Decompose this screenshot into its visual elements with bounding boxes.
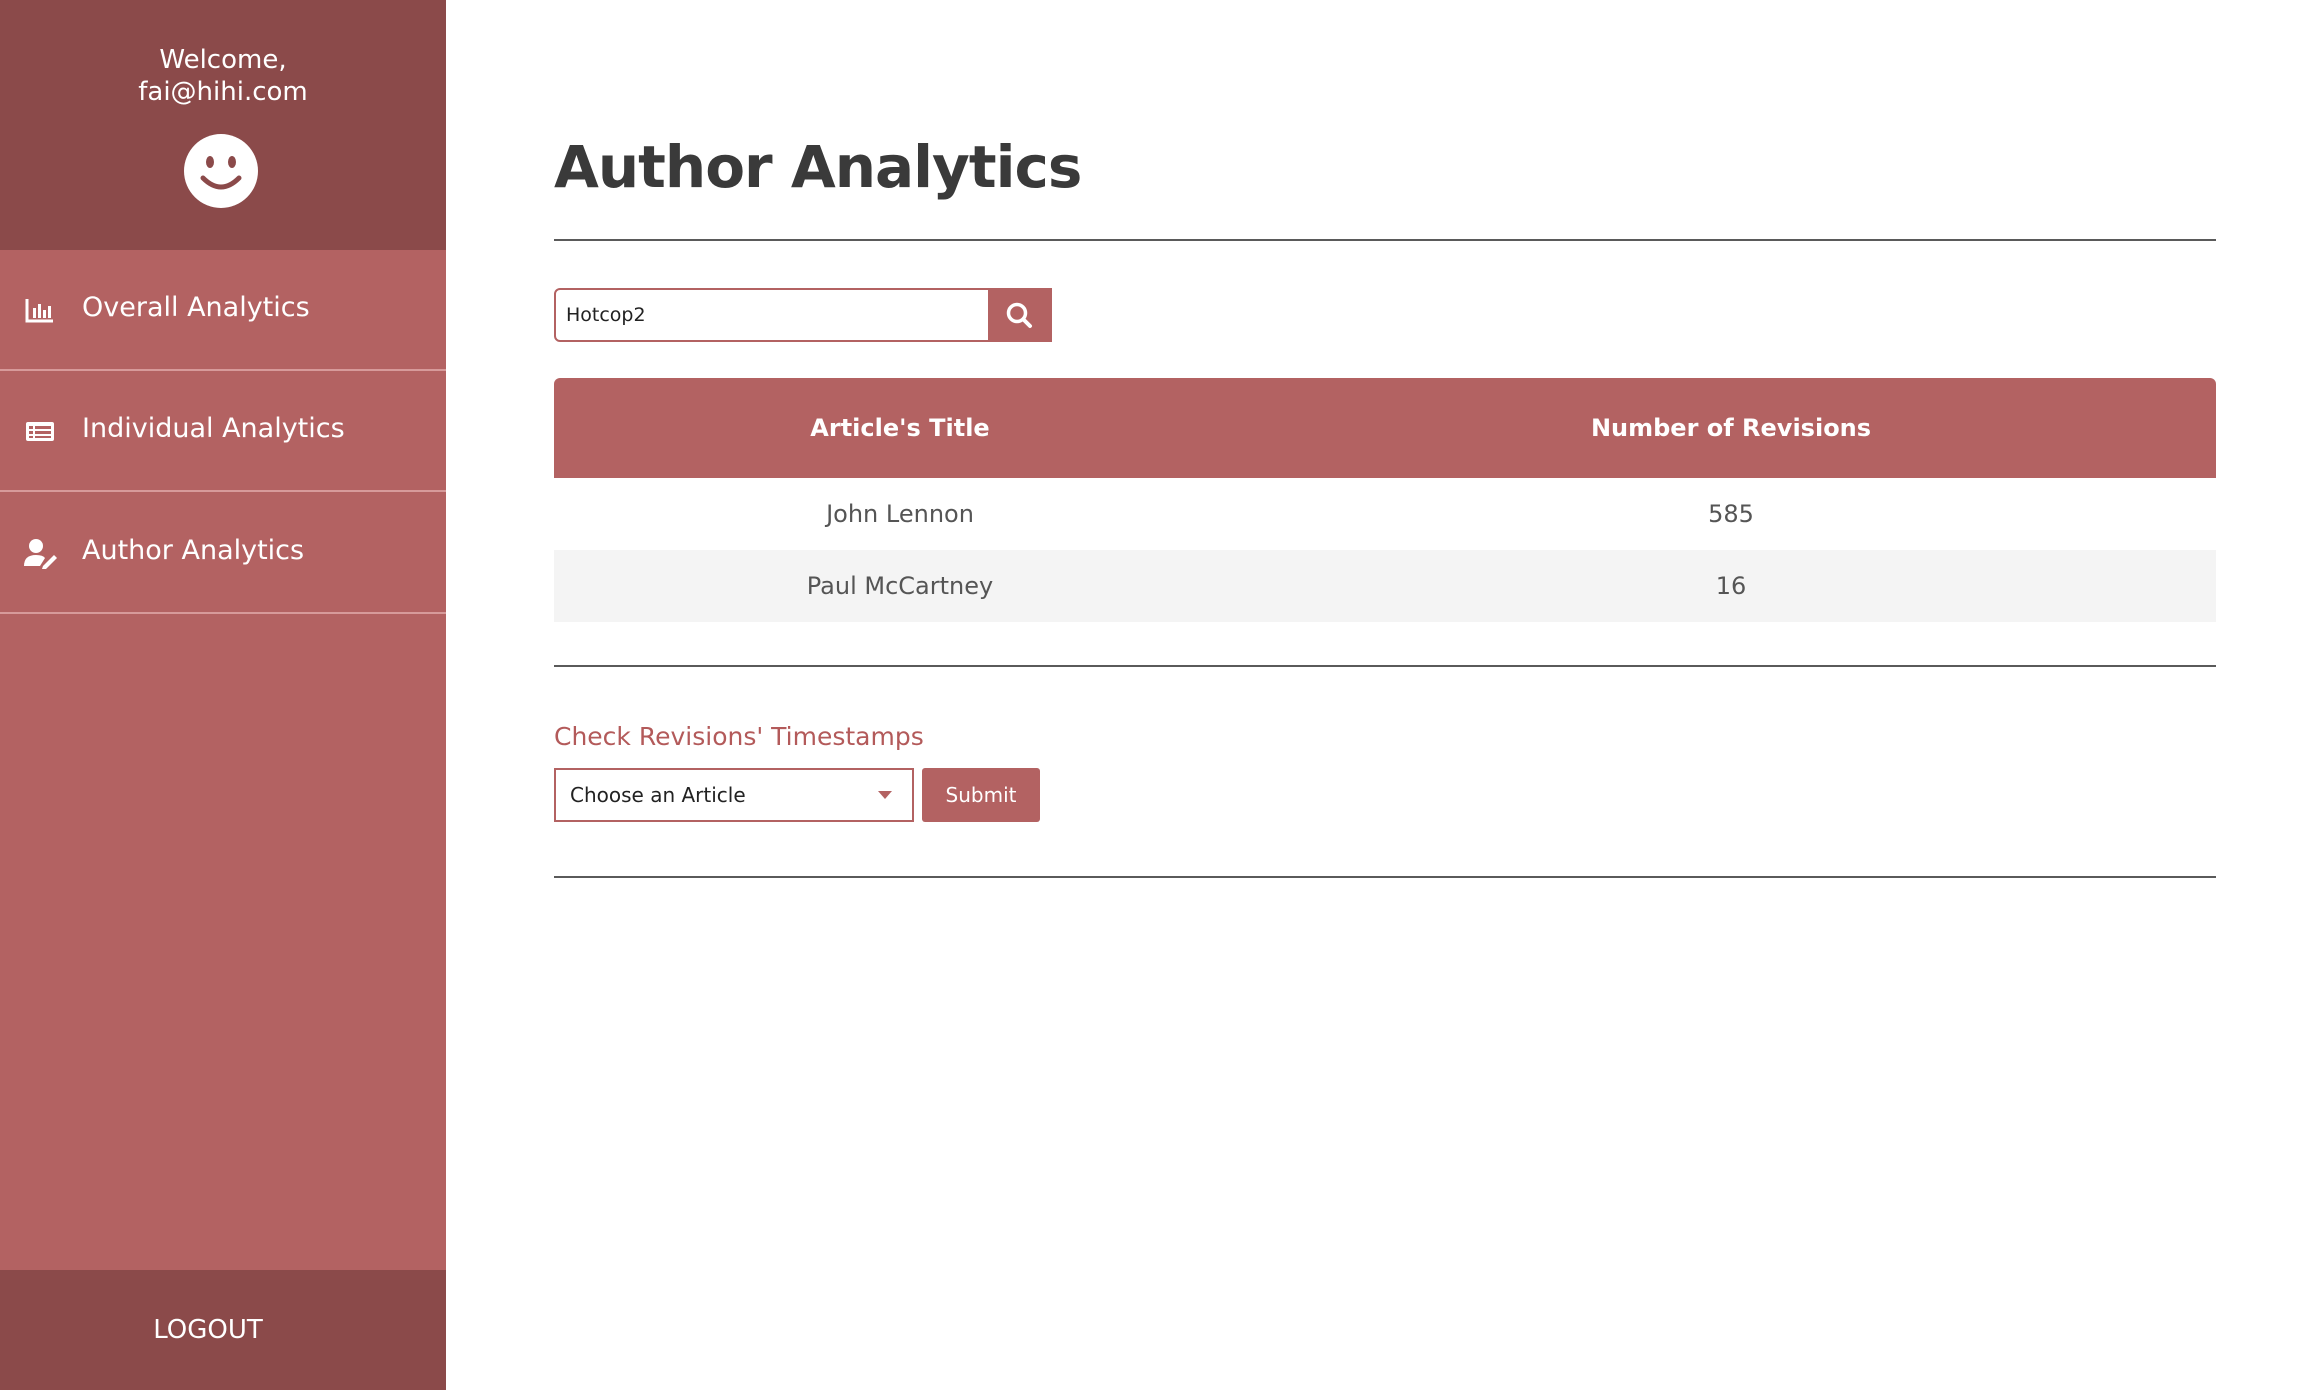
cell-article-title: John Lennon xyxy=(826,500,974,528)
sidebar-item-label: Author Analytics xyxy=(82,535,305,566)
sidebar-footer: LOGOUT xyxy=(0,1270,446,1390)
sidebar-item-label: Individual Analytics xyxy=(82,413,345,444)
welcome-message: Welcome, fai@hihi.com xyxy=(0,44,446,108)
table-row: Paul McCartney 16 xyxy=(554,550,2216,622)
sidebar: Welcome, fai@hihi.com Overall Analytics … xyxy=(0,0,446,1390)
divider xyxy=(554,665,2216,667)
search-input[interactable] xyxy=(554,288,1052,342)
articles-table: Article's Title Number of Revisions John… xyxy=(554,378,2216,622)
cell-revision-count: 585 xyxy=(1708,500,1754,528)
sidebar-item-author-analytics[interactable]: Author Analytics xyxy=(0,493,446,614)
list-card-icon xyxy=(24,415,56,447)
search-button[interactable] xyxy=(988,288,1052,342)
welcome-greeting: Welcome, xyxy=(159,45,287,75)
main-content: Author Analytics Article's Title Number … xyxy=(446,0,2316,1390)
sidebar-item-overall-analytics[interactable]: Overall Analytics xyxy=(0,250,446,371)
article-select[interactable]: Choose an Article xyxy=(554,768,914,822)
submit-button[interactable]: Submit xyxy=(922,768,1040,822)
chevron-down-icon xyxy=(878,791,892,799)
column-header-title: Article's Title xyxy=(810,414,990,442)
app-root: Welcome, fai@hihi.com Overall Analytics … xyxy=(0,0,2316,1390)
section-title: Check Revisions' Timestamps xyxy=(554,722,924,751)
sidebar-item-individual-analytics[interactable]: Individual Analytics xyxy=(0,371,446,492)
cell-revision-count: 16 xyxy=(1715,572,1747,600)
user-email: fai@hihi.com xyxy=(138,77,308,107)
divider xyxy=(554,876,2216,878)
table-header: Article's Title Number of Revisions xyxy=(554,378,2216,478)
select-value: Choose an Article xyxy=(570,783,746,807)
column-header-revisions: Number of Revisions xyxy=(1590,414,1872,442)
smiley-face-icon xyxy=(184,134,258,208)
divider xyxy=(554,239,2216,241)
sidebar-item-label: Overall Analytics xyxy=(82,292,310,323)
table-row: John Lennon 585 xyxy=(554,478,2216,550)
cell-article-title: Paul McCartney xyxy=(806,572,994,600)
page-title: Author Analytics xyxy=(554,133,1082,201)
bar-chart-icon xyxy=(24,294,56,326)
user-edit-icon xyxy=(24,537,57,569)
logout-button[interactable]: LOGOUT xyxy=(0,1312,416,1348)
sidebar-header: Welcome, fai@hihi.com xyxy=(0,0,446,250)
